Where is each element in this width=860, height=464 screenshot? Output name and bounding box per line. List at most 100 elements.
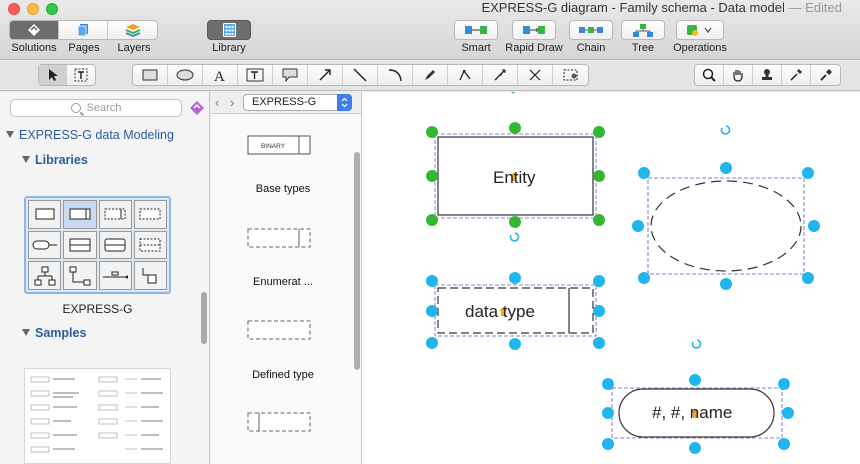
library-dropdown[interactable]: EXPRESS-G — [243, 94, 352, 111]
selection-tools — [38, 64, 96, 86]
data-type-rotate-icon[interactable] — [691, 339, 702, 349]
drawing-tools-bar: A — [0, 61, 860, 91]
operations-button[interactable] — [676, 20, 724, 40]
tree-button[interactable] — [621, 20, 665, 40]
arrow-icon — [319, 69, 331, 81]
rectangle-tool[interactable] — [133, 65, 168, 85]
select-type-shape[interactable] — [247, 412, 311, 434]
window-toolbar: EXPRESS-G diagram - Family schema - Data… — [0, 0, 860, 60]
view-tools — [694, 64, 841, 86]
tree-libraries[interactable]: Libraries — [22, 153, 88, 167]
layers-button[interactable] — [108, 21, 157, 39]
operations-icon — [687, 25, 712, 36]
tree-samples[interactable]: Samples — [22, 326, 86, 340]
smart-button[interactable] — [454, 20, 498, 40]
stamp-tool[interactable] — [753, 65, 782, 85]
pen-tool[interactable] — [413, 65, 448, 85]
disclosure-triangle-icon — [6, 131, 14, 138]
base-types-caption: Base types — [255, 183, 311, 195]
defined-type-caption: Defined type — [252, 369, 314, 381]
shape-tools: A — [132, 64, 589, 86]
pointer-icon — [48, 69, 58, 81]
library-connector-shape — [28, 230, 62, 260]
library-label: Library — [212, 42, 246, 54]
eyedropper-tool[interactable] — [782, 65, 811, 85]
line-tool[interactable] — [343, 65, 378, 85]
minimize-window-button[interactable] — [27, 3, 39, 15]
enumeration-caption: Enumerat ... — [253, 276, 313, 288]
chain-icon — [579, 27, 603, 33]
snapshot-tool[interactable] — [553, 65, 588, 85]
binary-shape[interactable]: BINARY — [247, 135, 311, 157]
library-panel-scrollbar[interactable] — [354, 152, 360, 370]
tree-label: Tree — [631, 42, 655, 54]
snapshot-icon — [563, 69, 577, 81]
enumeration-shape[interactable] — [247, 228, 311, 250]
eyedropper-icon — [790, 69, 802, 81]
bezier-icon — [459, 69, 471, 81]
arc-tool[interactable] — [378, 65, 413, 85]
text-icon: A — [214, 69, 225, 82]
ellipse-icon — [176, 69, 194, 81]
left-panel-scrollbar[interactable] — [201, 292, 207, 344]
rapid-draw-icon — [523, 26, 545, 34]
connector-tool[interactable] — [518, 65, 553, 85]
bezier-tool[interactable] — [448, 65, 483, 85]
format-painter-tool[interactable] — [811, 65, 840, 85]
hand-tool[interactable] — [724, 65, 753, 85]
dropdown-arrows-icon — [337, 94, 352, 111]
arrow-tool[interactable] — [308, 65, 343, 85]
smart-connector-icon — [465, 26, 487, 34]
hand-icon — [733, 70, 743, 82]
data-type-label: data type — [465, 302, 535, 321]
sample-diagram-thumbnail[interactable] — [24, 368, 171, 464]
callout-icon — [282, 68, 298, 82]
ellipse-rotate-icon[interactable] — [720, 125, 731, 135]
rectangle-icon — [142, 69, 158, 81]
callout-tool[interactable] — [273, 65, 308, 85]
view-segmented-control — [9, 20, 158, 40]
window-title: EXPRESS-G diagram - Family schema - Data… — [481, 0, 842, 15]
library-step-connector-shape — [63, 261, 97, 290]
text-box-icon — [246, 68, 264, 82]
library-grid-icon — [222, 23, 236, 37]
expand-libraries-icon[interactable] — [189, 100, 205, 116]
entity-label: Entity — [493, 168, 536, 187]
chain-button[interactable] — [569, 20, 613, 40]
name-label: #, #, name — [652, 403, 733, 422]
library-button[interactable] — [207, 20, 251, 40]
pointer-tool[interactable] — [39, 65, 67, 85]
library-search-field[interactable]: Search — [10, 99, 182, 117]
tree-root-express-g[interactable]: EXPRESS-G data Modeling — [6, 128, 174, 142]
pages-button[interactable] — [59, 21, 108, 39]
search-icon — [70, 103, 81, 113]
edited-status: — Edited — [788, 0, 842, 15]
entity-rotate-icon[interactable] — [509, 232, 520, 242]
diagram-canvas[interactable]: Entity data type #, #, name — [362, 92, 860, 464]
library-subtype-shape — [133, 261, 167, 290]
text-box-tool[interactable] — [238, 65, 273, 85]
zoom-tool[interactable] — [695, 65, 724, 85]
search-placeholder: Search — [86, 102, 122, 114]
library-entity-shape — [28, 200, 62, 229]
pages-label: Pages — [68, 42, 100, 54]
ellipse-shape[interactable] — [647, 177, 805, 275]
library-hierarchy-shape — [28, 261, 62, 290]
arc-icon — [388, 69, 402, 82]
text-select-tool[interactable] — [67, 65, 95, 85]
library-rounded-rect-shape — [98, 230, 132, 260]
back-chevron-icon[interactable]: ‹ — [215, 95, 219, 110]
connector-icon — [529, 69, 541, 81]
close-window-button[interactable] — [8, 3, 20, 15]
solutions-button[interactable] — [10, 21, 59, 39]
zoom-window-button[interactable] — [46, 3, 58, 15]
polyline-tool[interactable] — [483, 65, 518, 85]
library-enumeration-shape — [98, 200, 132, 229]
express-g-library-thumbnail[interactable] — [24, 196, 171, 294]
defined-type-shape[interactable] — [247, 320, 311, 342]
text-tool[interactable]: A — [203, 65, 238, 85]
text-select-icon — [74, 68, 88, 82]
rapid-draw-button[interactable] — [512, 20, 556, 40]
forward-chevron-icon[interactable]: › — [230, 95, 234, 110]
ellipse-tool[interactable] — [168, 65, 203, 85]
